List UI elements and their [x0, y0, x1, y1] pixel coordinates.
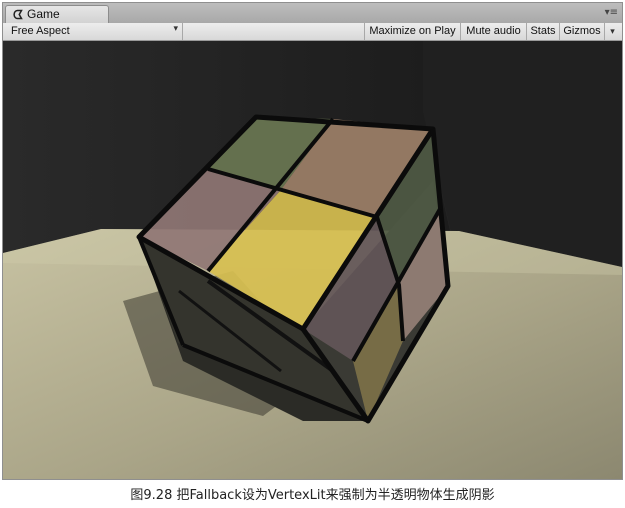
figure-caption: 图9.28 把Fallback设为VertexLit来强制为半透明物体生成阴影 — [130, 488, 495, 503]
gizmos-button[interactable]: Gizmos — [559, 23, 604, 40]
game-viewport[interactable] — [3, 41, 622, 479]
aspect-label: Free Aspect — [11, 25, 70, 37]
tab-strip: ᗧ Game ▾≡ — [3, 3, 622, 23]
gizmos-dropdown-icon[interactable]: ▾ — [604, 23, 620, 40]
tab-title: Game — [27, 7, 60, 21]
game-window: ᗧ Game ▾≡ Free Aspect ▾ Maximize on Play… — [2, 2, 623, 480]
dropdown-arrow-icon: ▾ — [173, 23, 178, 33]
scene-render — [3, 41, 622, 479]
stats-button[interactable]: Stats — [526, 23, 559, 40]
mute-audio-button[interactable]: Mute audio — [460, 23, 526, 40]
maximize-on-play-button[interactable]: Maximize on Play — [364, 23, 460, 40]
aspect-dropdown[interactable]: Free Aspect ▾ — [7, 23, 183, 40]
panel-menu-icon[interactable]: ▾≡ — [605, 8, 618, 18]
game-toolbar: Free Aspect ▾ Maximize on Play Mute audi… — [3, 23, 622, 41]
game-tab-icon: ᗧ — [13, 8, 23, 22]
tab-game[interactable]: ᗧ Game — [5, 5, 109, 23]
